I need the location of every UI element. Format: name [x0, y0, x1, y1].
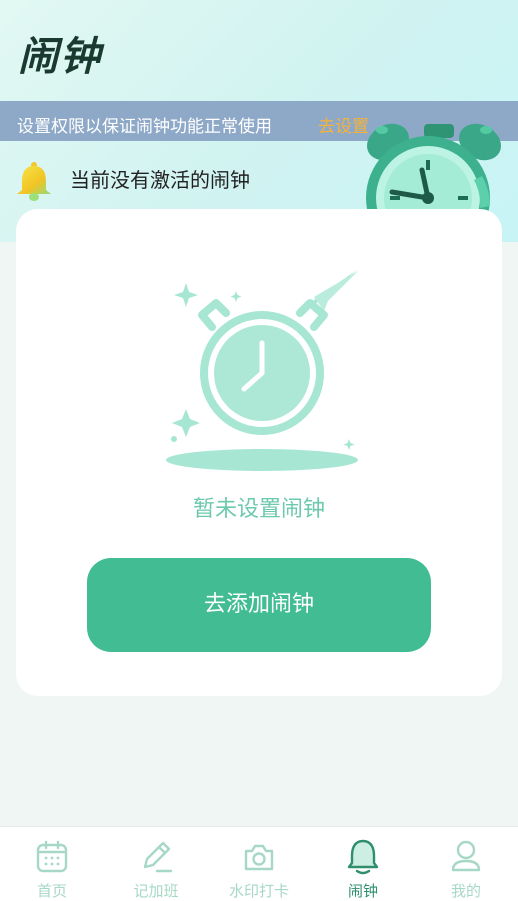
tab-label: 我的 [450, 882, 481, 900]
bottom-tab-bar: 首页 记加班 水印打卡 闹钟 我的 [0, 826, 518, 901]
tab-watermark-checkin[interactable]: 水印打卡 [207, 827, 311, 901]
add-alarm-button[interactable]: 去添加闹钟 [87, 558, 431, 652]
tab-alarm[interactable]: 闹钟 [311, 827, 415, 901]
tab-home[interactable]: 首页 [0, 827, 104, 901]
alarm-clock-decoration-icon [362, 116, 518, 216]
permission-message: 设置权限以保证闹钟功能正常使用 [17, 117, 272, 137]
alarm-clock-empty-icon [164, 267, 364, 472]
header: 闹钟 设置权限以保证闹钟功能正常使用 去设置 当前没有激活的闹钟 [0, 0, 518, 242]
tab-label: 首页 [36, 882, 67, 900]
tab-label: 记加班 [133, 882, 179, 900]
alarm-status-text: 当前没有激活的闹钟 [70, 168, 250, 192]
tab-label: 闹钟 [347, 882, 378, 900]
empty-state-text: 暂未设置闹钟 [192, 497, 325, 522]
camera-icon [242, 839, 276, 875]
bell-icon [346, 839, 380, 875]
tab-label: 水印打卡 [228, 882, 289, 900]
tab-profile[interactable]: 我的 [414, 827, 518, 901]
user-icon [449, 839, 483, 875]
calendar-icon [35, 839, 69, 875]
bell-icon [14, 160, 54, 202]
page-title: 闹钟 [18, 34, 102, 80]
alarm-status: 当前没有激活的闹钟 [14, 158, 334, 204]
tab-overtime[interactable]: 记加班 [104, 827, 208, 901]
alarm-list-card: 暂未设置闹钟 去添加闹钟 [16, 209, 502, 696]
pencil-icon [139, 839, 173, 875]
